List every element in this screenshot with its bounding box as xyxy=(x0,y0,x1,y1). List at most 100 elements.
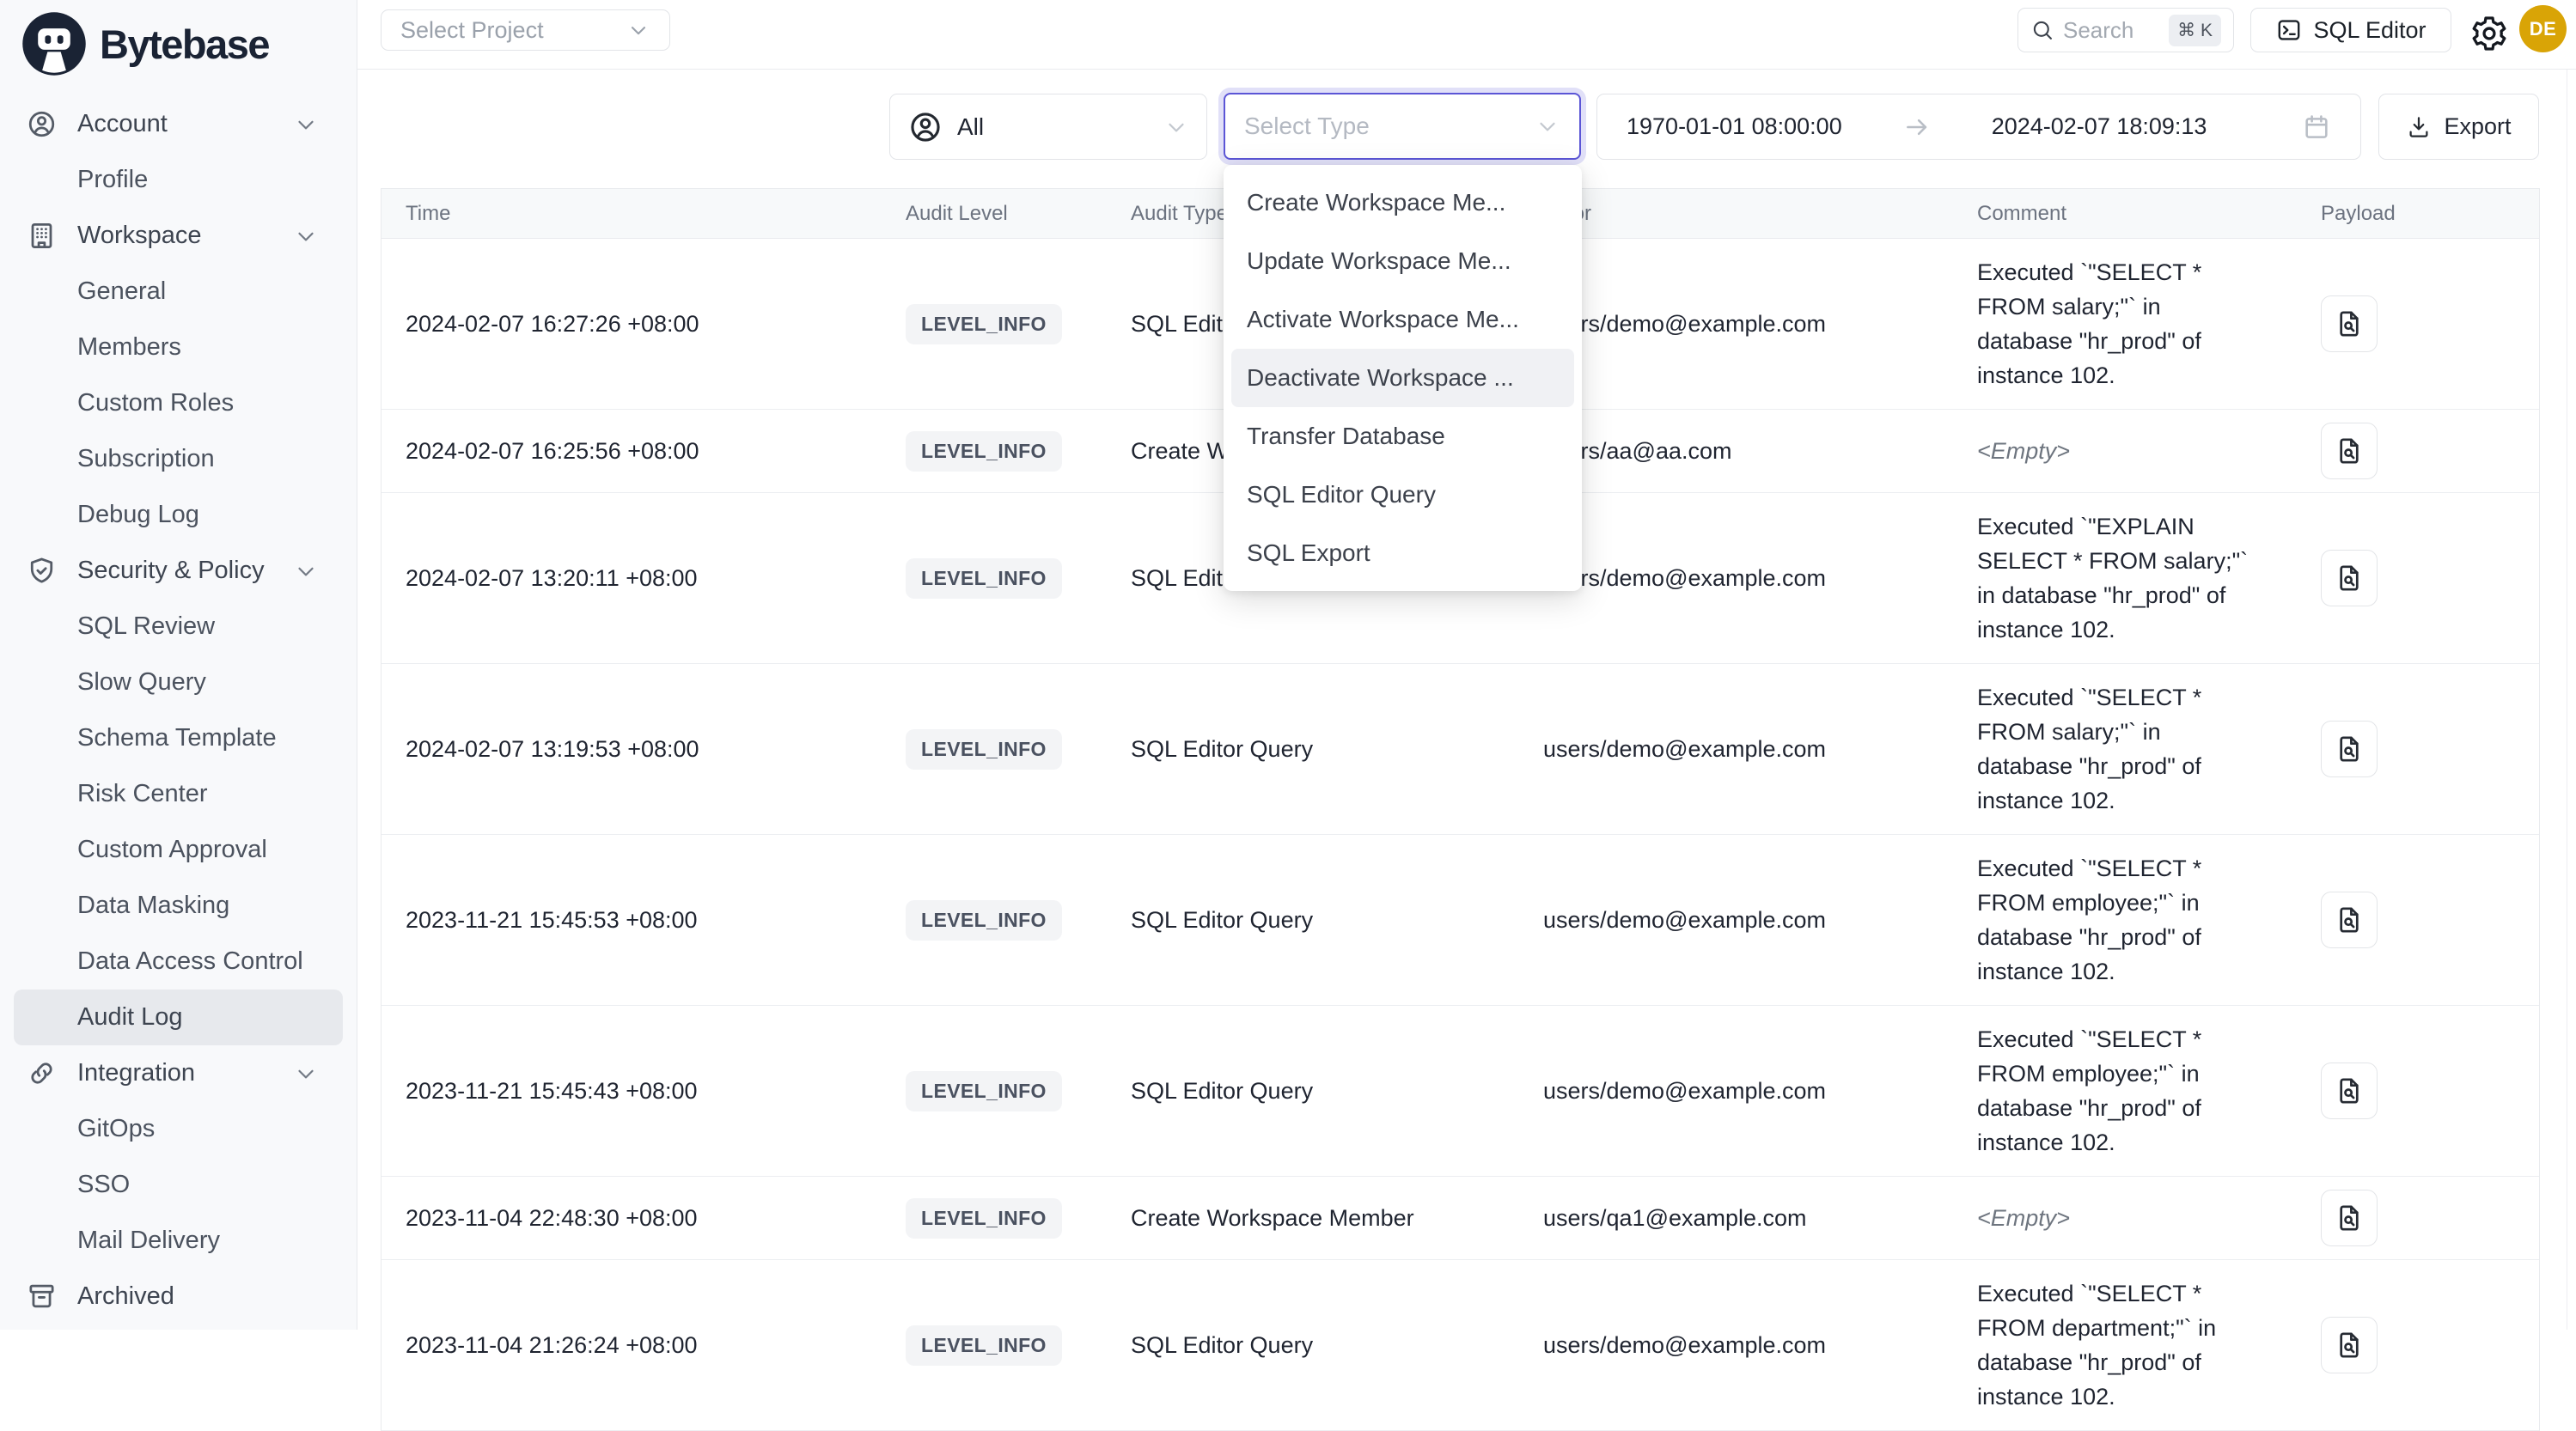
avatar[interactable]: DE xyxy=(2519,5,2567,52)
row-audit-type: Create Workspace Member xyxy=(1131,1205,1543,1232)
topbar: Select Project Search ⌘ K SQL Editor DE xyxy=(357,0,2576,70)
payload-button[interactable] xyxy=(2321,721,2378,777)
payload-button[interactable] xyxy=(2321,550,2378,606)
sidebar-item-label: SSO xyxy=(14,1171,130,1199)
row-audit-type: SQL Editor Query xyxy=(1131,907,1543,934)
row-time: 2023-11-04 21:26:24 +08:00 xyxy=(382,1332,906,1359)
dropdown-item-deactivate-workspace[interactable]: Deactivate Workspace ... xyxy=(1231,349,1574,407)
sidebar-item-label: Slow Query xyxy=(14,668,206,697)
dropdown-item-sql-export[interactable]: SQL Export xyxy=(1231,524,1574,582)
level-badge: LEVEL_INFO xyxy=(906,729,1062,770)
sidebar-item-sql-review[interactable]: SQL Review xyxy=(14,599,343,655)
sidebar-item-label: Debug Log xyxy=(14,501,199,529)
export-button[interactable]: Export xyxy=(2378,94,2539,160)
shield-check-icon xyxy=(26,555,58,587)
payload-button[interactable] xyxy=(2321,892,2378,948)
brand-name: Bytebase xyxy=(100,21,269,68)
row-audit-level: LEVEL_INFO xyxy=(906,1071,1131,1111)
download-icon xyxy=(2406,114,2432,140)
row-audit-type: SQL Editor Query xyxy=(1131,736,1543,763)
chevron-down-icon xyxy=(1163,114,1189,140)
sidebar: Bytebase Account Profile Workspace General M… xyxy=(0,0,357,1330)
sidebar-item-gitops[interactable]: GitOps xyxy=(14,1101,343,1157)
project-select[interactable]: Select Project xyxy=(381,9,670,51)
file-search-icon xyxy=(2334,904,2365,935)
date-range-start[interactable]: 1970-01-01 08:00:00 xyxy=(1627,113,1842,140)
column-header-payload: Payload xyxy=(2321,202,2539,226)
payload-button[interactable] xyxy=(2321,1063,2378,1119)
sidebar-item-slow-query[interactable]: Slow Query xyxy=(14,655,343,710)
sidebar-item-integration[interactable]: Integration xyxy=(14,1045,343,1101)
level-badge: LEVEL_INFO xyxy=(906,304,1062,344)
gear-icon[interactable] xyxy=(2469,14,2509,53)
brand-logo[interactable]: Bytebase xyxy=(19,9,269,79)
file-search-icon xyxy=(2334,308,2365,339)
sidebar-item-security-policy[interactable]: Security & Policy xyxy=(14,543,343,599)
sidebar-item-audit-log[interactable]: Audit Log xyxy=(14,990,343,1045)
table-row: 2023-11-04 21:26:24 +08:00LEVEL_INFOSQL … xyxy=(382,1260,2539,1431)
payload-button[interactable] xyxy=(2321,1190,2378,1246)
row-comment: <Empty> xyxy=(1977,1201,2261,1235)
row-time: 2024-02-07 16:25:56 +08:00 xyxy=(382,438,906,465)
dropdown-item-update-workspace-me[interactable]: Update Workspace Me... xyxy=(1231,232,1574,290)
level-badge: LEVEL_INFO xyxy=(906,1198,1062,1239)
sidebar-item-sso[interactable]: SSO xyxy=(14,1157,343,1213)
sidebar-item-custom-approval[interactable]: Custom Approval xyxy=(14,822,343,878)
sidebar-item-mail-delivery[interactable]: Mail Delivery xyxy=(14,1213,343,1269)
sidebar-item-label: Profile xyxy=(14,166,148,194)
file-search-icon xyxy=(2334,435,2365,466)
row-audit-level: LEVEL_INFO xyxy=(906,558,1131,599)
sql-editor-label: SQL Editor xyxy=(2313,17,2426,44)
chevron-down-icon xyxy=(1535,113,1560,139)
row-comment: Executed `"SELECT * FROM salary;"` in da… xyxy=(1977,680,2261,818)
dropdown-item-create-workspace-me[interactable]: Create Workspace Me... xyxy=(1231,174,1574,232)
search-input[interactable]: Search ⌘ K xyxy=(2017,8,2234,52)
payload-button[interactable] xyxy=(2321,423,2378,479)
sidebar-item-members[interactable]: Members xyxy=(14,320,343,375)
sidebar-item-label: Custom Roles xyxy=(14,389,234,417)
level-badge: LEVEL_INFO xyxy=(906,431,1062,472)
column-header-actor: Actor xyxy=(1543,202,1977,226)
table-row: 2024-02-07 13:19:53 +08:00LEVEL_INFOSQL … xyxy=(382,664,2539,835)
sidebar-item-label: General xyxy=(14,277,166,306)
sidebar-item-custom-roles[interactable]: Custom Roles xyxy=(14,375,343,431)
sidebar-item-label: Data Access Control xyxy=(14,947,303,976)
sidebar-item-label: Risk Center xyxy=(14,780,208,808)
sidebar-item-profile[interactable]: Profile xyxy=(14,152,343,208)
sidebar-item-label: SQL Review xyxy=(14,612,215,641)
file-search-icon xyxy=(2334,1203,2365,1233)
sidebar-item-label: Members xyxy=(14,333,181,362)
type-filter-select[interactable]: Select Type xyxy=(1224,93,1581,160)
file-search-icon xyxy=(2334,1075,2365,1106)
sidebar-item-subscription[interactable]: Subscription xyxy=(14,431,343,487)
row-actor: users/demo@example.com xyxy=(1543,311,1977,338)
sidebar-item-account[interactable]: Account xyxy=(14,96,343,152)
file-search-icon xyxy=(2334,1330,2365,1361)
row-audit-type: SQL Editor Query xyxy=(1131,1332,1543,1359)
sidebar-item-general[interactable]: General xyxy=(14,264,343,320)
payload-button[interactable] xyxy=(2321,1317,2378,1373)
sidebar-item-archived[interactable]: Archived xyxy=(14,1269,343,1324)
calendar-icon xyxy=(2302,113,2331,142)
row-actor: users/demo@example.com xyxy=(1543,736,1977,763)
sidebar-item-data-access-control[interactable]: Data Access Control xyxy=(14,934,343,990)
payload-button[interactable] xyxy=(2321,295,2378,352)
sidebar-item-schema-template[interactable]: Schema Template xyxy=(14,710,343,766)
sidebar-item-workspace[interactable]: Workspace xyxy=(14,208,343,264)
sidebar-item-debug-log[interactable]: Debug Log xyxy=(14,487,343,543)
chevron-down-icon xyxy=(293,1061,319,1087)
bytebase-logo-icon xyxy=(19,9,89,79)
dropdown-item-sql-editor-query[interactable]: SQL Editor Query xyxy=(1231,466,1574,524)
dropdown-item-activate-workspace-me[interactable]: Activate Workspace Me... xyxy=(1231,290,1574,349)
export-label: Export xyxy=(2444,113,2511,140)
sidebar-item-data-masking[interactable]: Data Masking xyxy=(14,878,343,934)
user-filter-select[interactable]: All xyxy=(889,94,1207,160)
sidebar-item-risk-center[interactable]: Risk Center xyxy=(14,766,343,822)
date-range-picker[interactable]: 1970-01-01 08:00:00 2024-02-07 18:09:13 xyxy=(1596,94,2361,160)
date-range-end[interactable]: 2024-02-07 18:09:13 xyxy=(1992,113,2207,140)
row-actor: users/aa@aa.com xyxy=(1543,438,1977,465)
row-audit-level: LEVEL_INFO xyxy=(906,729,1131,770)
dropdown-item-transfer-database[interactable]: Transfer Database xyxy=(1231,407,1574,466)
sql-editor-button[interactable]: SQL Editor xyxy=(2250,8,2451,52)
link-icon xyxy=(26,1057,58,1089)
